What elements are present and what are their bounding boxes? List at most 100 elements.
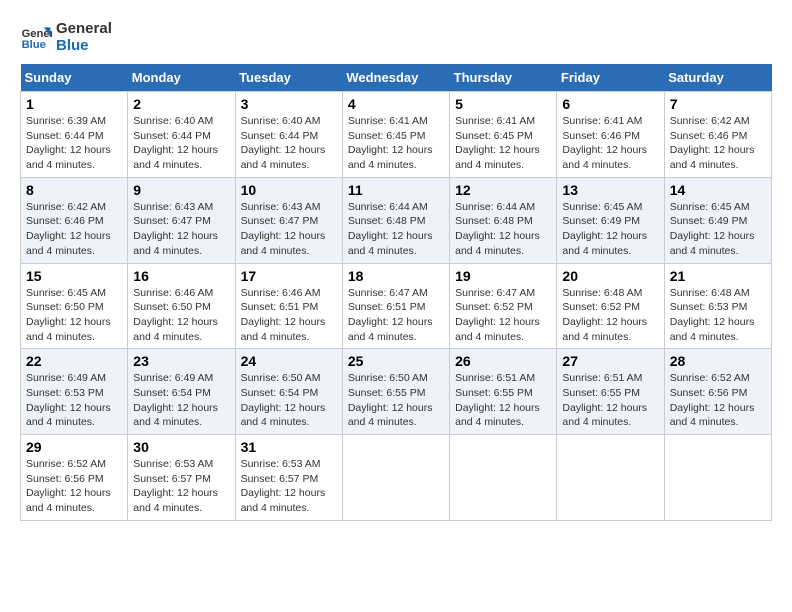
empty-cell	[450, 435, 557, 521]
day-number: 8	[26, 182, 122, 198]
day-info: Sunrise: 6:51 AMSunset: 6:55 PMDaylight:…	[455, 372, 540, 428]
day-number: 27	[562, 353, 658, 369]
week-row-3: 15 Sunrise: 6:45 AMSunset: 6:50 PMDayligh…	[21, 263, 772, 349]
day-info: Sunrise: 6:53 AMSunset: 6:57 PMDaylight:…	[133, 458, 218, 514]
day-number: 5	[455, 96, 551, 112]
day-cell-30: 30 Sunrise: 6:53 AMSunset: 6:57 PMDayligh…	[128, 435, 235, 521]
day-info: Sunrise: 6:49 AMSunset: 6:53 PMDaylight:…	[26, 372, 111, 428]
day-cell-20: 20Sunrise: 6:48 AMSunset: 6:52 PMDayligh…	[557, 263, 664, 349]
day-number: 3	[241, 96, 337, 112]
day-number: 22	[26, 353, 122, 369]
day-cell-13: 13 Sunrise: 6:45 AMSunset: 6:49 PMDayligh…	[557, 177, 664, 263]
day-info: Sunrise: 6:40 AMSunset: 6:44 PMDaylight:…	[133, 115, 218, 171]
logo-icon: General Blue	[20, 21, 52, 53]
col-header-friday: Friday	[557, 64, 664, 92]
day-cell-28: 28Sunrise: 6:52 AMSunset: 6:56 PMDayligh…	[664, 349, 771, 435]
day-info: Sunrise: 6:47 AMSunset: 6:51 PMDaylight:…	[348, 287, 433, 343]
day-number: 7	[670, 96, 766, 112]
day-number: 13	[562, 182, 658, 198]
day-number: 25	[348, 353, 444, 369]
day-cell-6: 6Sunrise: 6:41 AMSunset: 6:46 PMDaylight…	[557, 92, 664, 178]
day-cell-29: 29 Sunrise: 6:52 AMSunset: 6:56 PMDayligh…	[21, 435, 128, 521]
col-header-tuesday: Tuesday	[235, 64, 342, 92]
day-number: 29	[26, 439, 122, 455]
day-number: 1	[26, 96, 122, 112]
day-number: 31	[241, 439, 337, 455]
day-cell-8: 8 Sunrise: 6:42 AMSunset: 6:46 PMDaylight…	[21, 177, 128, 263]
day-number: 12	[455, 182, 551, 198]
calendar-table: SundayMondayTuesdayWednesdayThursdayFrid…	[20, 64, 772, 521]
empty-cell	[342, 435, 449, 521]
day-cell-31: 31 Sunrise: 6:53 AMSunset: 6:57 PMDayligh…	[235, 435, 342, 521]
day-cell-14: 14 Sunrise: 6:45 AMSunset: 6:49 PMDayligh…	[664, 177, 771, 263]
day-info: Sunrise: 6:45 AMSunset: 6:49 PMDaylight:…	[670, 201, 755, 257]
day-number: 23	[133, 353, 229, 369]
day-info: Sunrise: 6:42 AMSunset: 6:46 PMDaylight:…	[670, 115, 755, 171]
day-info: Sunrise: 6:53 AMSunset: 6:57 PMDaylight:…	[241, 458, 326, 514]
day-info: Sunrise: 6:52 AMSunset: 6:56 PMDaylight:…	[670, 372, 755, 428]
day-cell-16: 16 Sunrise: 6:46 AMSunset: 6:50 PMDayligh…	[128, 263, 235, 349]
day-cell-17: 17Sunrise: 6:46 AMSunset: 6:51 PMDayligh…	[235, 263, 342, 349]
day-info: Sunrise: 6:42 AMSunset: 6:46 PMDaylight:…	[26, 201, 111, 257]
day-cell-1: 1 Sunrise: 6:39 AMSunset: 6:44 PMDaylight…	[21, 92, 128, 178]
day-cell-22: 22 Sunrise: 6:49 AMSunset: 6:53 PMDayligh…	[21, 349, 128, 435]
day-info: Sunrise: 6:45 AMSunset: 6:50 PMDaylight:…	[26, 287, 111, 343]
day-info: Sunrise: 6:52 AMSunset: 6:56 PMDaylight:…	[26, 458, 111, 514]
day-info: Sunrise: 6:50 AMSunset: 6:55 PMDaylight:…	[348, 372, 433, 428]
day-info: Sunrise: 6:48 AMSunset: 6:52 PMDaylight:…	[562, 287, 647, 343]
day-info: Sunrise: 6:46 AMSunset: 6:50 PMDaylight:…	[133, 287, 218, 343]
day-number: 15	[26, 268, 122, 284]
day-number: 9	[133, 182, 229, 198]
day-cell-9: 9Sunrise: 6:43 AMSunset: 6:47 PMDaylight…	[128, 177, 235, 263]
week-row-2: 8 Sunrise: 6:42 AMSunset: 6:46 PMDaylight…	[21, 177, 772, 263]
day-number: 24	[241, 353, 337, 369]
day-cell-25: 25 Sunrise: 6:50 AMSunset: 6:55 PMDayligh…	[342, 349, 449, 435]
day-cell-21: 21 Sunrise: 6:48 AMSunset: 6:53 PMDayligh…	[664, 263, 771, 349]
day-info: Sunrise: 6:39 AMSunset: 6:44 PMDaylight:…	[26, 115, 111, 171]
day-number: 30	[133, 439, 229, 455]
day-info: Sunrise: 6:45 AMSunset: 6:49 PMDaylight:…	[562, 201, 647, 257]
day-info: Sunrise: 6:40 AMSunset: 6:44 PMDaylight:…	[241, 115, 326, 171]
day-cell-12: 12 Sunrise: 6:44 AMSunset: 6:48 PMDayligh…	[450, 177, 557, 263]
day-cell-27: 27Sunrise: 6:51 AMSunset: 6:55 PMDayligh…	[557, 349, 664, 435]
header-row: SundayMondayTuesdayWednesdayThursdayFrid…	[21, 64, 772, 92]
day-cell-18: 18Sunrise: 6:47 AMSunset: 6:51 PMDayligh…	[342, 263, 449, 349]
day-number: 16	[133, 268, 229, 284]
day-info: Sunrise: 6:41 AMSunset: 6:45 PMDaylight:…	[348, 115, 433, 171]
col-header-monday: Monday	[128, 64, 235, 92]
day-cell-11: 11Sunrise: 6:44 AMSunset: 6:48 PMDayligh…	[342, 177, 449, 263]
day-info: Sunrise: 6:41 AMSunset: 6:45 PMDaylight:…	[455, 115, 540, 171]
day-number: 14	[670, 182, 766, 198]
day-info: Sunrise: 6:47 AMSunset: 6:52 PMDaylight:…	[455, 287, 540, 343]
day-cell-10: 10 Sunrise: 6:43 AMSunset: 6:47 PMDayligh…	[235, 177, 342, 263]
col-header-saturday: Saturday	[664, 64, 771, 92]
logo: General Blue General Blue	[20, 20, 112, 54]
day-info: Sunrise: 6:49 AMSunset: 6:54 PMDaylight:…	[133, 372, 218, 428]
day-cell-24: 24Sunrise: 6:50 AMSunset: 6:54 PMDayligh…	[235, 349, 342, 435]
day-cell-4: 4Sunrise: 6:41 AMSunset: 6:45 PMDaylight…	[342, 92, 449, 178]
svg-text:Blue: Blue	[22, 39, 46, 51]
day-number: 21	[670, 268, 766, 284]
day-info: Sunrise: 6:44 AMSunset: 6:48 PMDaylight:…	[455, 201, 540, 257]
week-row-1: 1 Sunrise: 6:39 AMSunset: 6:44 PMDaylight…	[21, 92, 772, 178]
col-header-sunday: Sunday	[21, 64, 128, 92]
day-number: 19	[455, 268, 551, 284]
day-cell-7: 7 Sunrise: 6:42 AMSunset: 6:46 PMDaylight…	[664, 92, 771, 178]
day-cell-23: 23 Sunrise: 6:49 AMSunset: 6:54 PMDayligh…	[128, 349, 235, 435]
day-number: 26	[455, 353, 551, 369]
day-info: Sunrise: 6:48 AMSunset: 6:53 PMDaylight:…	[670, 287, 755, 343]
day-cell-2: 2 Sunrise: 6:40 AMSunset: 6:44 PMDaylight…	[128, 92, 235, 178]
logo-general: General	[56, 20, 112, 37]
day-cell-26: 26 Sunrise: 6:51 AMSunset: 6:55 PMDayligh…	[450, 349, 557, 435]
day-info: Sunrise: 6:43 AMSunset: 6:47 PMDaylight:…	[241, 201, 326, 257]
day-cell-5: 5 Sunrise: 6:41 AMSunset: 6:45 PMDaylight…	[450, 92, 557, 178]
day-number: 2	[133, 96, 229, 112]
day-number: 11	[348, 182, 444, 198]
day-number: 6	[562, 96, 658, 112]
empty-cell	[557, 435, 664, 521]
col-header-wednesday: Wednesday	[342, 64, 449, 92]
day-number: 10	[241, 182, 337, 198]
week-row-5: 29 Sunrise: 6:52 AMSunset: 6:56 PMDayligh…	[21, 435, 772, 521]
empty-cell	[664, 435, 771, 521]
logo-blue: Blue	[56, 37, 112, 54]
